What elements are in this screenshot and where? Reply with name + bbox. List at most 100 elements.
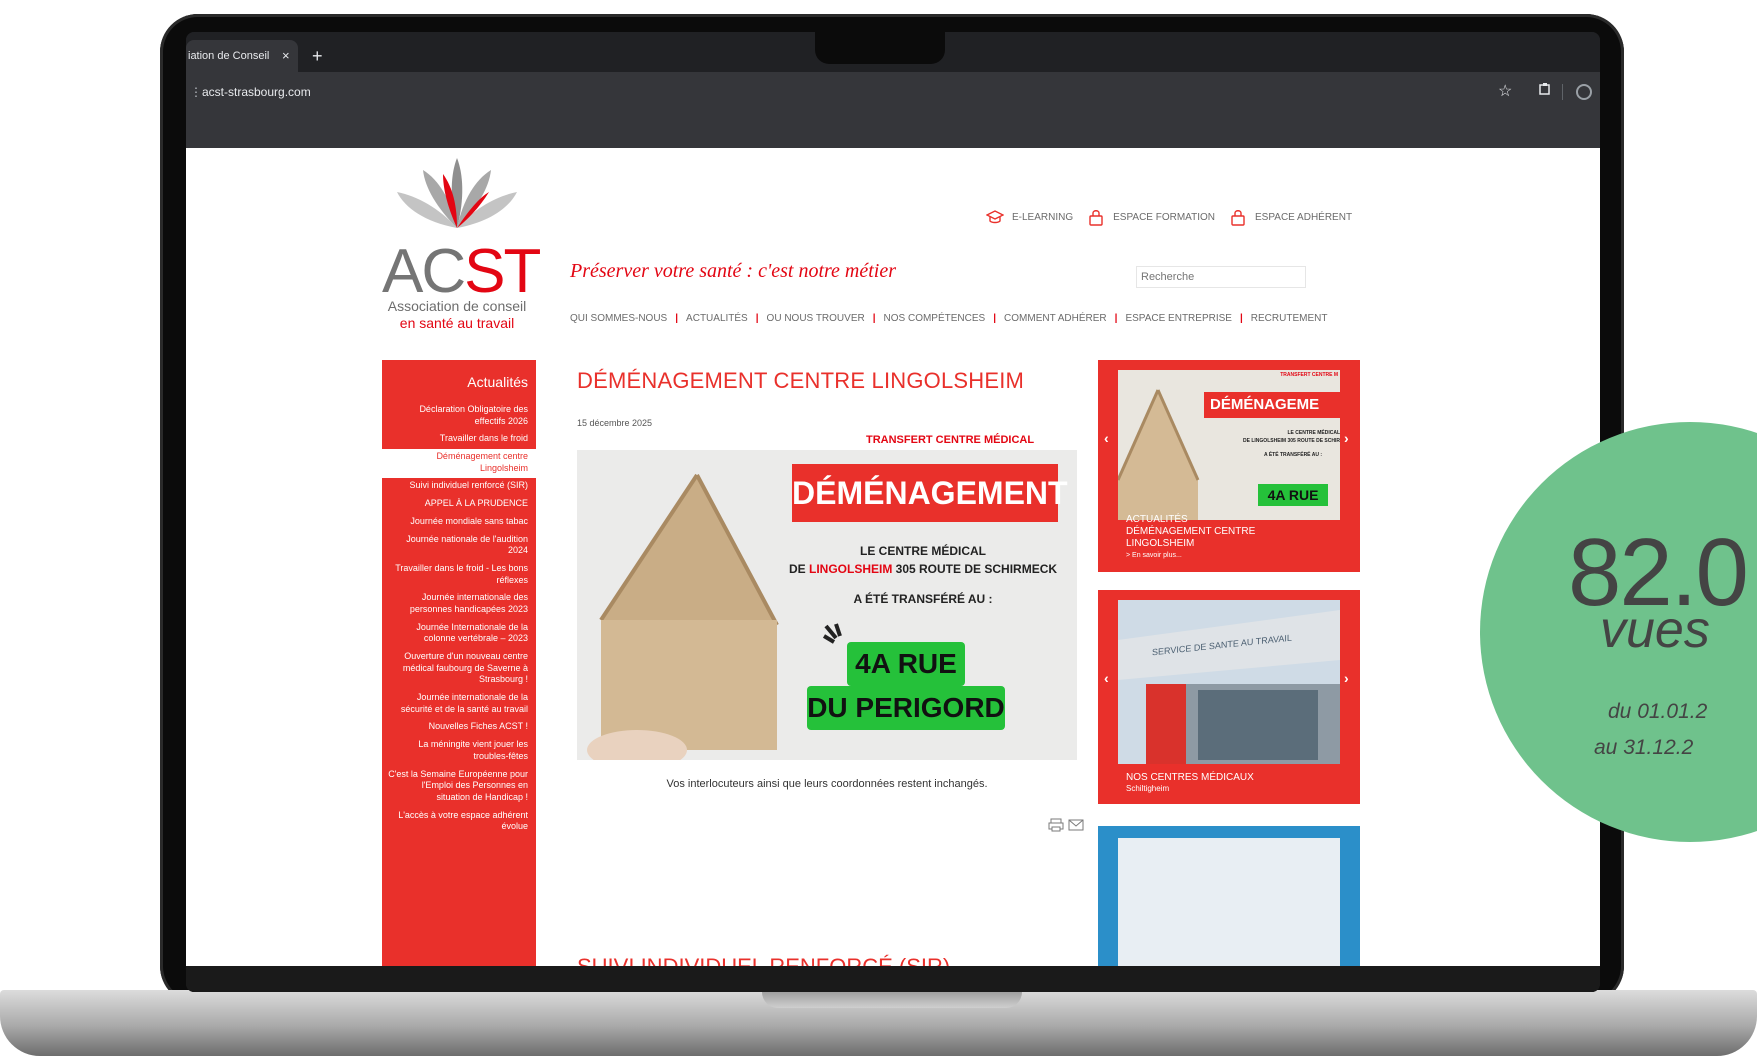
hero-banner: DÉMÉNAGEMENT xyxy=(792,464,1068,522)
address-bar: ⋮ acst-strasbourg.com ☆ xyxy=(186,72,1600,112)
bookmarks-bar xyxy=(186,112,1600,148)
sidebar-item[interactable]: La méningite vient jouer les troubles-fê… xyxy=(382,737,536,766)
widget-1-mini-green: 4A RUE xyxy=(1258,484,1328,506)
new-tab-button[interactable]: + xyxy=(312,40,323,72)
extensions-icon[interactable] xyxy=(1538,80,1552,104)
widget-1-mini-kicker: TRANSFERT CENTRE M xyxy=(1280,372,1338,378)
sidebar-item[interactable]: Travailler dans le froid xyxy=(382,431,536,449)
screen: iation de Conseil × + ⋮ acst-strasbourg.… xyxy=(186,32,1600,992)
hero-line-2: DE LINGOLSHEIM 305 ROUTE DE SCHIRMECK xyxy=(773,562,1073,576)
nav-separator: | xyxy=(872,313,876,324)
screen-bottom-bar xyxy=(186,966,1600,992)
hero-green-2: DU PERIGORD xyxy=(807,686,1005,730)
logo-wordmark[interactable]: ACST xyxy=(382,236,541,307)
article-title[interactable]: DÉMÉNAGEMENT CENTRE LINGOLSHEIM xyxy=(577,368,1024,394)
nav-nos-competences[interactable]: NOS COMPÉTENCES xyxy=(884,313,986,324)
sidebar-item[interactable]: Journée mondiale sans tabac xyxy=(382,514,536,532)
site-info-icon[interactable]: ⋮ xyxy=(190,80,202,104)
nav-qui-sommes-nous[interactable]: QUI SOMMES-NOUS xyxy=(570,313,667,324)
nav-comment-adherer[interactable]: COMMENT ADHÉRER xyxy=(1004,313,1107,324)
centres-widget[interactable]: SERVICE DE SANTE AU TRAVAIL ‹ › NOS CENT… xyxy=(1098,590,1360,804)
sidebar-item[interactable]: Journée Internationale de la colonne ver… xyxy=(382,620,536,649)
espace-formation-label: ESPACE FORMATION xyxy=(1113,211,1215,223)
hero-green-1: 4A RUE xyxy=(847,642,965,686)
nav-separator: | xyxy=(1239,313,1243,324)
article-footer-text: Vos interlocuteurs ainsi que leurs coord… xyxy=(666,778,988,790)
tab-close-icon[interactable]: × xyxy=(282,40,290,72)
bookmark-star-icon[interactable]: ☆ xyxy=(1498,80,1512,104)
widget-2-caption-1: NOS CENTRES MÉDICAUX xyxy=(1126,772,1254,783)
nav-separator: | xyxy=(1114,313,1118,324)
sidebar-item[interactable]: Ouverture d'un nouveau centre médical fa… xyxy=(382,649,536,690)
nav-ou-nous-trouver[interactable]: OU NOUS TROUVER xyxy=(767,313,865,324)
sidebar-item[interactable]: Journée internationale de la sécurité et… xyxy=(382,690,536,719)
widget-1-mini-line1: LE CENTRE MÉDICAL xyxy=(1287,430,1341,436)
email-icon[interactable] xyxy=(1068,818,1084,832)
hero-line-2-suffix: 305 ROUTE DE SCHIRMECK xyxy=(892,562,1058,576)
sidebar-item[interactable]: C'est la Semaine Européenne pour l'Emplo… xyxy=(382,767,536,808)
stats-range-end: au 31.12.2 xyxy=(1594,736,1694,759)
sidebar-item[interactable]: APPEL À LA PRUDENCE xyxy=(382,496,536,514)
espace-adherent-link[interactable]: ESPACE ADHÉRENT xyxy=(1229,208,1352,226)
sidebar-item[interactable]: Suivi individuel renforcé (SIR) xyxy=(382,478,536,496)
web-page: ACST Association de conseil en santé au … xyxy=(186,148,1600,966)
top-links: E-LEARNING ESPACE FORMATION ESPACE ADHÉR… xyxy=(986,208,1352,226)
espace-adherent-label: ESPACE ADHÉRENT xyxy=(1255,211,1353,223)
sidebar-item[interactable]: Déclaration Obligatoire des effectifs 20… xyxy=(382,402,536,431)
nav-separator: | xyxy=(755,313,759,324)
widget-1-read-more-link[interactable]: > En savoir plus... xyxy=(1126,552,1182,561)
widget-2-image: SERVICE DE SANTE AU TRAVAIL xyxy=(1118,600,1340,764)
site-tagline: Préserver votre santé : c'est notre méti… xyxy=(570,260,897,282)
article-hero-image: DÉMÉNAGEMENT LE CENTRE MÉDICAL DE LINGOL… xyxy=(577,450,1077,760)
toolbar-separator xyxy=(1562,84,1563,100)
sidebar-item-active[interactable]: Déménagement centre Lingolsheim xyxy=(382,449,536,479)
stage: iation de Conseil × + ⋮ acst-strasbourg.… xyxy=(0,0,1757,1056)
widget-1-caption-2: DÉMÉNAGEMENT CENTRE xyxy=(1126,526,1256,537)
logo-ac: AC xyxy=(382,237,466,306)
url-field[interactable]: acst-strasbourg.com xyxy=(202,80,311,104)
stats-range-start: du 01.01.2 xyxy=(1608,700,1708,723)
hero-line-2-prefix: DE xyxy=(788,562,809,576)
print-icon[interactable] xyxy=(1048,818,1064,832)
nav-espace-entreprise[interactable]: ESPACE ENTREPRISE xyxy=(1125,313,1232,324)
sidebar-item[interactable]: Journée internationale des personnes han… xyxy=(382,590,536,619)
nav-separator: | xyxy=(993,313,997,324)
nav-recrutement[interactable]: RECRUTEMENT xyxy=(1251,313,1328,324)
logo-subtitle-1: Association de conseil xyxy=(387,298,527,314)
third-widget-image xyxy=(1118,838,1340,966)
next-article-title[interactable]: SUIVI INDIVIDUEL RENFORCÉ (SIR) xyxy=(577,954,950,966)
third-widget[interactable] xyxy=(1098,826,1360,966)
views-label: vues xyxy=(1600,601,1710,659)
hero-line-2-red: LINGOLSHEIM xyxy=(808,562,893,576)
sidebar-title: Actualités xyxy=(467,374,528,390)
hero-line-3: A ÉTÉ TRANSFÉRÉ AU : xyxy=(853,592,993,606)
logo-subtitle-2: en santé au travail xyxy=(399,315,515,331)
sidebar-item[interactable]: Travailler dans le froid - Les bons réfl… xyxy=(382,561,536,590)
elearning-link[interactable]: E-LEARNING xyxy=(986,208,1073,226)
camera-notch xyxy=(815,30,945,64)
nav-actualites[interactable]: ACTUALITÉS xyxy=(686,313,748,324)
lock-icon xyxy=(1089,210,1103,226)
news-sidebar: Actualités Déclaration Obligatoire des e… xyxy=(382,360,536,966)
widget-1-caption-1: ACTUALITÉS xyxy=(1126,514,1188,525)
espace-formation-link[interactable]: ESPACE FORMATION xyxy=(1087,208,1215,226)
share-tools xyxy=(1048,818,1084,832)
search-input[interactable] xyxy=(1136,266,1306,288)
widget-1-mini-banner: DÉMÉNAGEME xyxy=(1204,392,1340,418)
widget-1-mini-line2: DE LINGOLSHEIM 305 ROUTE DE SCHIR xyxy=(1243,438,1340,444)
laptop-groove xyxy=(762,990,1022,1008)
sidebar-item[interactable]: Journée nationale de l'audition 2024 xyxy=(382,532,536,561)
widget-1-next-arrow[interactable]: › xyxy=(1344,430,1349,446)
widget-2-next-arrow[interactable]: › xyxy=(1344,670,1349,686)
widget-1-mini-line3: A ÉTÉ TRANSFÉRÉ AU : xyxy=(1264,452,1322,458)
widget-1-prev-arrow[interactable]: ‹ xyxy=(1104,430,1109,446)
tab-title: iation de Conseil xyxy=(188,50,270,62)
news-widget[interactable]: TRANSFERT CENTRE M DÉMÉNAGEME LE CENTRE … xyxy=(1098,360,1360,572)
lock-icon xyxy=(1231,210,1245,226)
article-date: 15 décembre 2025 xyxy=(577,418,653,428)
widget-2-prev-arrow[interactable]: ‹ xyxy=(1104,670,1109,686)
sidebar-item[interactable]: L'accès à votre espace adhérent évolue xyxy=(382,808,536,837)
nav-separator: | xyxy=(675,313,679,324)
profile-icon[interactable] xyxy=(1576,84,1592,100)
sidebar-item[interactable]: Nouvelles Fiches ACST ! xyxy=(382,719,536,737)
